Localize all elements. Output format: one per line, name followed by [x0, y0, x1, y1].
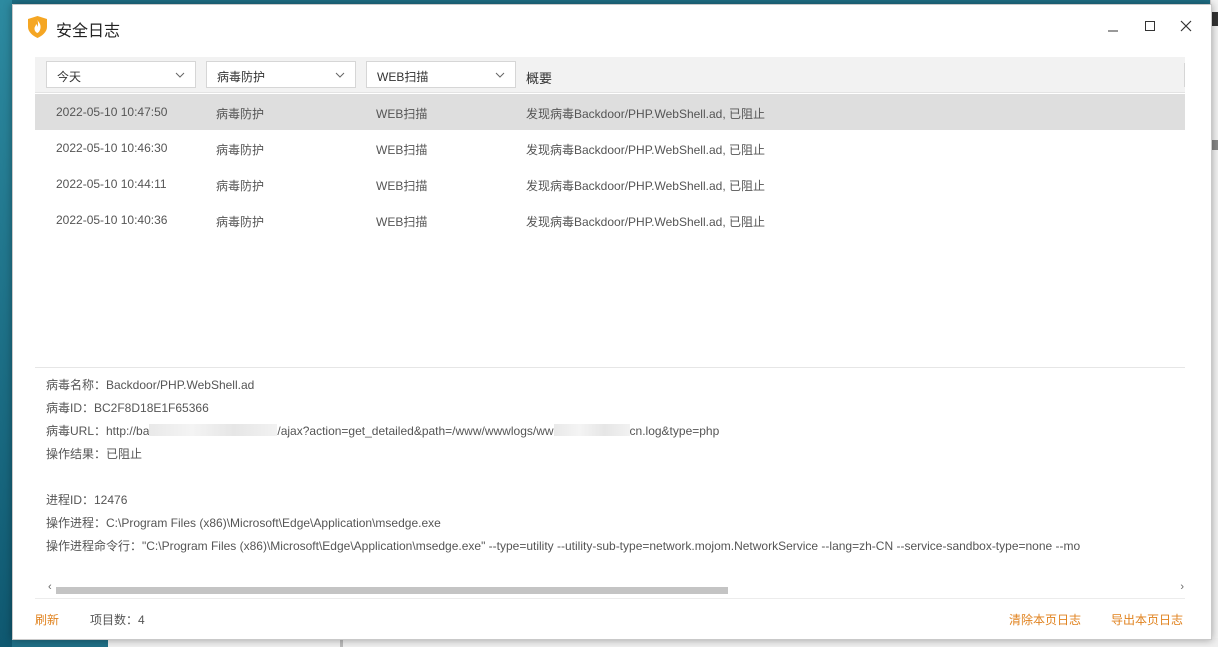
detail-virus-id: 病毒ID：BC2F8D18E1F65366 [46, 401, 209, 415]
clear-page-log-link[interactable]: 清除本页日志 [1009, 611, 1081, 628]
horizontal-scrollbar[interactable]: ‹ › [46, 581, 1186, 595]
window-title: 安全日志 [56, 23, 121, 40]
detail-cmdline: 操作进程命令行："C:\Program Files (x86)\Microsof… [46, 539, 1081, 553]
detail-panel[interactable]: 病毒名称：Backdoor/PHP.WebShell.ad 病毒ID：BC2F8… [46, 375, 1186, 580]
row-category: 病毒防护 [216, 215, 265, 229]
shield-flame-icon [28, 16, 47, 38]
footer-divider [35, 598, 1185, 599]
detail-virus-name: 病毒名称：Backdoor/PHP.WebShell.ad [46, 378, 255, 392]
url-middle: /ajax?action=get_detailed&path=/www/wwwl… [277, 424, 554, 438]
row-time: 2022-05-10 10:44:11 [56, 177, 167, 191]
security-log-window: 安全日志 今天 病毒防护 WEB扫描 概要 2022-05-10 10:47:5… [12, 4, 1212, 640]
row-category: 病毒防护 [216, 107, 265, 121]
scroll-track[interactable] [56, 587, 1176, 594]
category-filter-value: 病毒防护 [217, 70, 266, 84]
chevron-down-icon [335, 72, 345, 78]
row-summary: 发现病毒Backdoor/PHP.WebShell.ad, 已阻止 [526, 179, 765, 193]
minimize-icon [1108, 30, 1118, 32]
scroll-right-arrow[interactable]: › [1180, 581, 1184, 593]
column-divider [1184, 63, 1185, 87]
log-table: 2022-05-10 10:47:50 病毒防护 WEB扫描 发现病毒Backd… [35, 94, 1185, 238]
row-time: 2022-05-10 10:46:30 [56, 141, 168, 155]
refresh-link[interactable]: 刷新 [35, 611, 59, 628]
row-time: 2022-05-10 10:40:36 [56, 213, 168, 227]
detail-pid: 进程ID：12476 [46, 493, 128, 507]
footer-bar: 刷新 项目数：4 清除本页日志 导出本页日志 [13, 605, 1211, 635]
detail-result: 操作结果：已阻止 [46, 447, 143, 461]
title-bar[interactable]: 安全日志 [13, 5, 1211, 47]
table-row[interactable]: 2022-05-10 10:44:11 病毒防护 WEB扫描 发现病毒Backd… [35, 166, 1185, 202]
type-filter-value: WEB扫描 [377, 70, 429, 84]
table-row[interactable]: 2022-05-10 10:47:50 病毒防护 WEB扫描 发现病毒Backd… [35, 94, 1185, 130]
detail-virus-url: 病毒URL：http://ba/ajax?action=get_detailed… [46, 422, 719, 439]
redacted-region [553, 424, 630, 436]
chevron-down-icon [175, 72, 185, 78]
panel-divider [35, 367, 1185, 368]
chevron-down-icon [495, 72, 505, 78]
row-category: 病毒防护 [216, 179, 265, 193]
table-row[interactable]: 2022-05-10 10:40:36 病毒防护 WEB扫描 发现病毒Backd… [35, 202, 1185, 238]
summary-column-header: 概要 [526, 71, 553, 86]
row-type: WEB扫描 [376, 143, 428, 157]
row-type: WEB扫描 [376, 179, 428, 193]
row-type: WEB扫描 [376, 107, 428, 121]
scroll-thumb[interactable] [56, 587, 728, 594]
export-page-log-link[interactable]: 导出本页日志 [1111, 611, 1183, 628]
url-suffix: cn.log&type=php [629, 424, 720, 438]
minimize-button[interactable] [1100, 13, 1126, 39]
table-row[interactable]: 2022-05-10 10:46:30 病毒防护 WEB扫描 发现病毒Backd… [35, 130, 1185, 166]
maximize-icon [1145, 21, 1155, 31]
item-count: 项目数：4 [90, 613, 145, 627]
detail-process: 操作进程：C:\Program Files (x86)\Microsoft\Ed… [46, 516, 441, 530]
row-summary: 发现病毒Backdoor/PHP.WebShell.ad, 已阻止 [526, 143, 765, 157]
scroll-left-arrow[interactable]: ‹ [48, 581, 52, 593]
category-filter-dropdown[interactable]: 病毒防护 [206, 61, 356, 88]
row-type: WEB扫描 [376, 215, 428, 229]
row-summary: 发现病毒Backdoor/PHP.WebShell.ad, 已阻止 [526, 107, 765, 121]
row-category: 病毒防护 [216, 143, 265, 157]
row-summary: 发现病毒Backdoor/PHP.WebShell.ad, 已阻止 [526, 215, 765, 229]
close-icon [1180, 20, 1192, 32]
url-prefix: 病毒URL：http://ba [46, 424, 150, 438]
filter-header: 今天 病毒防护 WEB扫描 概要 [35, 57, 1185, 93]
type-filter-dropdown[interactable]: WEB扫描 [366, 61, 516, 88]
time-filter-value: 今天 [57, 70, 82, 84]
close-button[interactable] [1173, 13, 1199, 39]
desktop-background [0, 0, 12, 647]
time-filter-dropdown[interactable]: 今天 [46, 61, 196, 88]
maximize-button[interactable] [1137, 13, 1163, 39]
row-time: 2022-05-10 10:47:50 [56, 105, 168, 119]
redacted-region [149, 424, 278, 436]
